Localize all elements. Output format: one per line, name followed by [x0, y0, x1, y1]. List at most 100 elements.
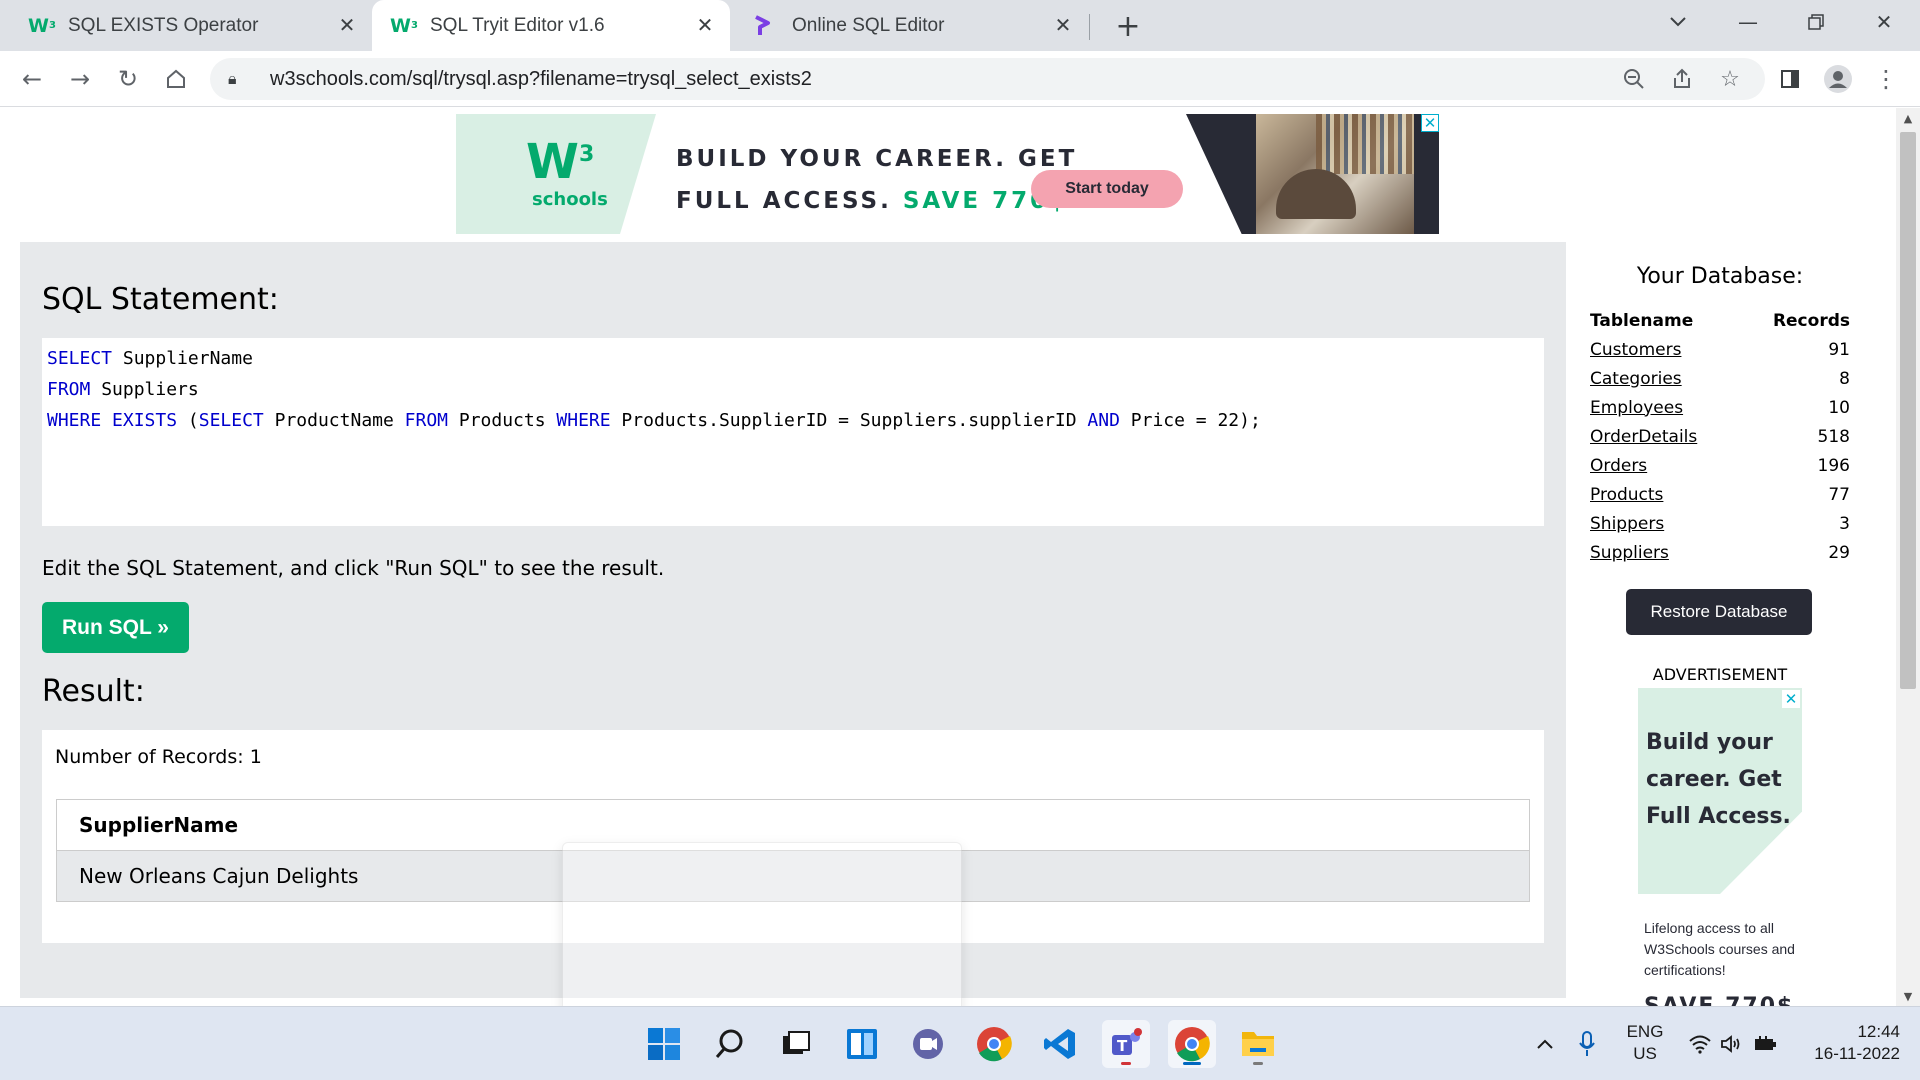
reload-icon[interactable]: ↻: [108, 59, 148, 99]
address-bar[interactable]: 🔒︎ w3schools.com/sql/trysql.asp?filename…: [210, 58, 1765, 100]
run-sql-button[interactable]: Run SQL »: [42, 602, 189, 653]
banner-headline-line1: BUILD YOUR CAREER. GET: [676, 146, 1078, 172]
result-heading: Result:: [42, 674, 145, 709]
table-row: Categories 8: [1590, 364, 1850, 393]
record-count-cell: 518: [1817, 426, 1850, 447]
table-row: Products 77: [1590, 480, 1850, 509]
running-indicator: [1253, 1062, 1263, 1065]
table-link-categories[interactable]: Categories: [1590, 369, 1682, 389]
tab-search-icon[interactable]: [1650, 0, 1706, 44]
battery-icon[interactable]: [1750, 1025, 1780, 1063]
scrollbar-thumb[interactable]: [1900, 132, 1916, 689]
profile-avatar-icon[interactable]: [1818, 59, 1858, 99]
wifi-icon[interactable]: [1686, 1025, 1714, 1063]
close-tab-icon[interactable]: ✕: [694, 13, 716, 38]
table-row: Customers 91: [1590, 335, 1850, 364]
table-link-customers[interactable]: Customers: [1590, 340, 1681, 360]
ad-headline: Build your career. Get Full Access.: [1646, 730, 1791, 829]
sidebar-ad[interactable]: Build your career. Get Full Access. Life…: [1638, 688, 1802, 1006]
chrome-active-icon[interactable]: [1168, 1020, 1216, 1068]
side-panel-icon[interactable]: [1770, 59, 1810, 99]
table-link-products[interactable]: Products: [1590, 485, 1663, 505]
browser-toolbar: ← → ↻ 🔒︎ w3schools.com/sql/trysql.asp?fi…: [0, 51, 1920, 107]
table-header-row: Tablename Records: [1590, 306, 1850, 335]
task-view-icon[interactable]: [772, 1020, 820, 1068]
translucent-overlay: [562, 842, 962, 1006]
teams-chat-icon[interactable]: [904, 1020, 952, 1068]
vscode-icon[interactable]: [1036, 1020, 1084, 1068]
record-count-cell: 10: [1828, 397, 1850, 418]
edit-hint-text: Edit the SQL Statement, and click "Run S…: [42, 556, 665, 580]
volume-icon[interactable]: [1718, 1025, 1746, 1063]
web-page: W3 schools BUILD YOUR CAREER. GET FULL A…: [0, 108, 1920, 1006]
w3schools-logo-text: schools: [532, 189, 608, 210]
table-link-orders[interactable]: Orders: [1590, 456, 1647, 476]
close-tab-icon[interactable]: ✕: [336, 13, 358, 38]
close-window-icon[interactable]: ✕: [1856, 0, 1912, 44]
banner-headline-line2: FULL ACCESS. SAVE 770$: [676, 188, 1069, 214]
restore-window-icon[interactable]: [1788, 0, 1844, 44]
tablename-header: Tablename: [1590, 310, 1694, 331]
tab-separator: [1089, 14, 1090, 40]
tab-online-sql-editor[interactable]: Online SQL Editor ✕: [730, 0, 1088, 51]
ad-close-icon[interactable]: ✕: [1782, 690, 1800, 708]
record-count: Number of Records: 1: [55, 746, 262, 768]
running-indicator: [1183, 1062, 1201, 1065]
record-count-cell: 196: [1817, 455, 1850, 476]
language-indicator[interactable]: ENG US: [1620, 1021, 1670, 1065]
system-clock[interactable]: 12:44 16-11-2022: [1790, 1021, 1900, 1065]
tab-title: SQL EXISTS Operator: [68, 14, 259, 36]
bookmark-star-icon[interactable]: ☆: [1710, 58, 1750, 100]
lock-icon[interactable]: 🔒︎: [228, 69, 248, 89]
zoom-icon[interactable]: [1614, 58, 1654, 100]
table-link-orderdetails[interactable]: OrderDetails: [1590, 427, 1697, 447]
page-scrollbar[interactable]: ▲ ▼: [1896, 108, 1920, 1006]
chrome-icon[interactable]: [970, 1020, 1018, 1068]
svg-text:T: T: [1117, 1037, 1128, 1055]
tab-tryit-editor[interactable]: W3 SQL Tryit Editor v1.6 ✕: [372, 0, 730, 51]
tab-sql-exists[interactable]: W3 SQL EXISTS Operator ✕: [0, 0, 372, 51]
records-header: Records: [1772, 310, 1850, 331]
new-tab-button[interactable]: +: [1108, 6, 1148, 46]
record-count-cell: 77: [1828, 484, 1850, 505]
sql-editor[interactable]: SELECT SupplierName FROM Suppliers WHERE…: [42, 338, 1544, 526]
close-tab-icon[interactable]: ✕: [1052, 13, 1074, 38]
minimize-icon[interactable]: —: [1720, 0, 1776, 44]
top-banner-ad[interactable]: W3 schools BUILD YOUR CAREER. GET FULL A…: [456, 114, 1439, 234]
programiz-icon: [752, 14, 778, 37]
restore-database-button[interactable]: Restore Database: [1626, 589, 1812, 635]
ad-subtext: Lifelong access to all W3Schools courses…: [1644, 920, 1795, 978]
ad-save-text: SAVE 770$: [1644, 994, 1794, 1006]
teams-icon[interactable]: T: [1102, 1020, 1150, 1068]
table-row: OrderDetails 518: [1590, 422, 1850, 451]
browser-menu-icon[interactable]: ⋮: [1866, 59, 1906, 99]
search-icon[interactable]: [706, 1020, 754, 1068]
file-explorer-icon[interactable]: [1234, 1020, 1282, 1068]
scroll-down-icon[interactable]: ▼: [1896, 986, 1920, 1006]
w3schools-icon: W3: [390, 14, 418, 37]
table-link-shippers[interactable]: Shippers: [1590, 514, 1664, 534]
table-row: Employees 10: [1590, 393, 1850, 422]
table-row: Suppliers 29: [1590, 538, 1850, 567]
record-count-cell: 3: [1839, 513, 1850, 534]
windows-start-icon[interactable]: [640, 1020, 688, 1068]
record-count-cell: 91: [1828, 339, 1850, 360]
show-hidden-icons-icon[interactable]: [1530, 1025, 1560, 1063]
table-link-suppliers[interactable]: Suppliers: [1590, 543, 1669, 563]
home-icon[interactable]: [156, 59, 196, 99]
table-link-employees[interactable]: Employees: [1590, 398, 1683, 418]
w3schools-logo: W3: [526, 134, 595, 190]
start-today-button[interactable]: Start today: [1031, 170, 1183, 208]
widgets-icon[interactable]: [838, 1020, 886, 1068]
database-sidebar: Your Database: Tablename Records Custome…: [1586, 242, 1872, 1006]
record-count-cell: 8: [1839, 368, 1850, 389]
share-icon[interactable]: [1662, 58, 1702, 100]
running-indicator: [1121, 1062, 1131, 1065]
ad-close-icon[interactable]: ✕: [1421, 114, 1439, 132]
database-table: Tablename Records Customers 91 Categories…: [1590, 306, 1850, 567]
microphone-icon[interactable]: [1572, 1025, 1602, 1063]
forward-icon[interactable]: →: [60, 59, 100, 99]
tab-title: SQL Tryit Editor v1.6: [430, 14, 605, 36]
back-icon[interactable]: ←: [12, 59, 52, 99]
scroll-up-icon[interactable]: ▲: [1896, 108, 1920, 128]
